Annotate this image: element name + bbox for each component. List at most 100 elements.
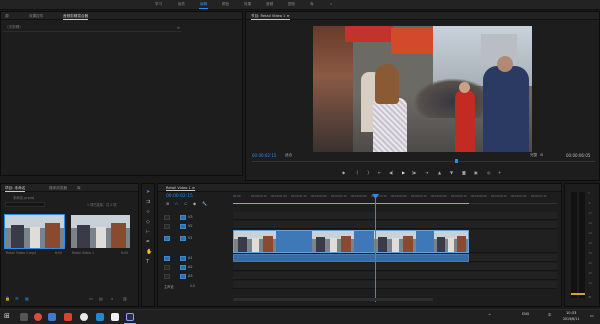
app-icon-blue[interactable] xyxy=(96,313,104,321)
button-editor-icon[interactable]: + xyxy=(498,170,501,175)
track-label-a2[interactable]: A2 xyxy=(188,265,192,269)
timeline-scrollbar[interactable] xyxy=(233,298,433,301)
vr-icon[interactable]: ◎ xyxy=(487,170,491,175)
new-item-icon[interactable]: ▤ xyxy=(99,296,103,301)
tab-effect-controls[interactable]: 效果控件 xyxy=(29,14,43,19)
track-lane-a2[interactable] xyxy=(233,263,557,271)
workspace-tab-libraries[interactable]: 库 xyxy=(310,2,314,7)
mark-out-icon[interactable]: } xyxy=(367,170,370,175)
program-video-frame[interactable] xyxy=(313,26,532,152)
play-icon[interactable]: ▶ xyxy=(402,170,405,175)
resolution-dropdown[interactable]: 完整 xyxy=(530,153,537,158)
program-monitor-title[interactable]: 节目: Retail Video 1 ≡ xyxy=(251,14,290,20)
source-panel-header: 源 效果控件 音频剪辑混合器 xyxy=(1,12,242,20)
app-icon-red[interactable] xyxy=(64,313,72,321)
explorer-icon[interactable] xyxy=(48,313,56,321)
tab-media-browser[interactable]: 媒体浏览器 xyxy=(49,186,67,191)
track-select-tool-icon[interactable]: ⇉ xyxy=(146,199,150,205)
hand-tool-icon[interactable]: ✋ xyxy=(146,249,152,255)
project-clip-thumb-2[interactable] xyxy=(71,215,130,248)
app-icon-white[interactable] xyxy=(80,313,88,321)
workspace-tab-learn[interactable]: 学习 xyxy=(155,2,162,7)
project-clip-name-1[interactable]: Retail Video 1.mp4 xyxy=(6,251,36,255)
track-label-v2[interactable]: V2 xyxy=(188,224,192,228)
step-forward-icon[interactable]: |▶ xyxy=(412,170,416,175)
selection-tool-icon[interactable]: ➤ xyxy=(146,189,150,195)
tray-date[interactable]: 2019/6/11 xyxy=(563,317,579,321)
tab-audio-clip-mixer[interactable]: 音频剪辑混合器 xyxy=(63,14,89,20)
clear-icon[interactable]: ▥ xyxy=(123,296,127,301)
tray-wifi[interactable]: ENG xyxy=(522,312,529,316)
task-view-icon[interactable] xyxy=(20,313,28,321)
settings-icon[interactable]: ⚙ xyxy=(540,153,543,157)
find-icon[interactable]: ⌕ xyxy=(111,296,113,301)
audio-meter-right xyxy=(579,192,585,298)
track-lane-v3[interactable] xyxy=(233,212,557,220)
fit-dropdown[interactable]: 适合 xyxy=(285,153,292,158)
project-search-input[interactable] xyxy=(5,202,45,207)
go-to-out-icon[interactable]: ⇥ xyxy=(425,170,428,175)
track-lane-master[interactable] xyxy=(233,281,557,289)
timeline-playhead[interactable] xyxy=(375,194,376,302)
add-marker-icon[interactable]: ◆ xyxy=(342,170,345,175)
export-frame-icon[interactable]: ◙ xyxy=(462,170,466,175)
razor-tool-icon[interactable]: ◇ xyxy=(146,219,150,225)
track-label-v3[interactable]: V3 xyxy=(188,215,192,219)
program-timecode[interactable]: 00:00:02:15 xyxy=(252,153,276,158)
tray-input-lang[interactable]: 中 xyxy=(548,312,551,317)
workspace-tab-audio[interactable]: 音频 xyxy=(266,2,273,7)
program-playhead[interactable] xyxy=(455,159,458,163)
tab-project[interactable]: 项目: 未命名 xyxy=(5,186,26,192)
work-area-bar[interactable] xyxy=(233,203,469,204)
master-track-value[interactable]: 0.0 xyxy=(190,284,195,288)
tray-time[interactable]: 10:33 xyxy=(566,311,576,315)
track-label-a3[interactable]: A3 xyxy=(188,274,192,278)
go-to-in-icon[interactable]: ⇤ xyxy=(378,170,381,175)
ripple-edit-tool-icon[interactable]: ⊹ xyxy=(146,209,150,215)
chrome-icon[interactable] xyxy=(34,313,42,321)
snap-icon[interactable]: ∩ xyxy=(175,201,178,206)
track-label-v1[interactable]: V1 xyxy=(188,236,192,240)
step-back-icon[interactable]: ◀| xyxy=(389,170,393,175)
track-label-a1[interactable]: A1 xyxy=(188,256,192,260)
audio-clip[interactable] xyxy=(233,254,469,262)
new-bin-icon[interactable]: ▭ xyxy=(89,296,93,301)
icon-view-icon[interactable]: ▦ xyxy=(25,296,29,301)
add-marker-timeline-icon[interactable]: ◆ xyxy=(193,201,196,206)
insert-sequence-icon[interactable]: ⊞ xyxy=(166,201,169,206)
mark-in-icon[interactable]: { xyxy=(356,170,359,175)
tab-source[interactable]: 源 xyxy=(5,14,9,19)
video-clip[interactable] xyxy=(233,230,469,253)
list-view-icon[interactable]: ☰ xyxy=(15,296,19,301)
workspace-tab-editing[interactable]: 编辑 xyxy=(198,2,209,9)
project-panel-header: 项目: 未命名 媒体浏览器 库 xyxy=(1,184,138,192)
timeline-settings-icon[interactable]: 🔧 xyxy=(202,201,207,206)
workspace-tab-assembly[interactable]: 组件 xyxy=(178,2,185,7)
track-lane-a3[interactable] xyxy=(233,272,557,280)
write-protect-icon[interactable]: 🔒 xyxy=(5,296,10,301)
compare-icon[interactable]: ▣ xyxy=(474,170,478,175)
workspace-tab-graphics[interactable]: 图形 xyxy=(288,2,295,7)
type-tool-icon[interactable]: T xyxy=(146,259,149,265)
timeline-sequence-tab[interactable]: Retail Video 1 ≡ xyxy=(166,186,195,191)
app-icon-doc[interactable] xyxy=(111,313,119,321)
project-clip-name-2[interactable]: Retail Video 1 xyxy=(72,251,94,255)
panel-menu-icon[interactable]: ≡ xyxy=(177,25,180,30)
slip-tool-icon[interactable]: ⊢ xyxy=(146,229,150,235)
tray-up-icon[interactable]: ^ xyxy=(488,313,491,318)
premiere-pro-icon[interactable] xyxy=(126,313,134,321)
workspace-tab-color[interactable]: 颜色 xyxy=(222,2,229,7)
program-mini-ruler[interactable] xyxy=(252,161,595,162)
notification-icon[interactable]: ▭ xyxy=(590,313,594,318)
workspace-more-icon[interactable]: » xyxy=(330,2,332,6)
tab-libraries[interactable]: 库 xyxy=(77,186,81,191)
lift-icon[interactable]: ▲ xyxy=(438,170,441,175)
project-clip-thumb-1[interactable] xyxy=(4,214,65,249)
track-lane-v2[interactable] xyxy=(233,221,557,229)
pen-tool-icon[interactable]: ✒ xyxy=(146,239,150,245)
start-menu-icon[interactable]: ⊞ xyxy=(4,312,10,320)
linked-selection-icon[interactable]: ⊂ xyxy=(184,201,187,206)
extract-icon[interactable]: ▼ xyxy=(450,170,453,175)
timeline-timecode[interactable]: 00:00:02:15 xyxy=(166,194,193,199)
workspace-tab-effects[interactable]: 效果 xyxy=(244,2,251,7)
